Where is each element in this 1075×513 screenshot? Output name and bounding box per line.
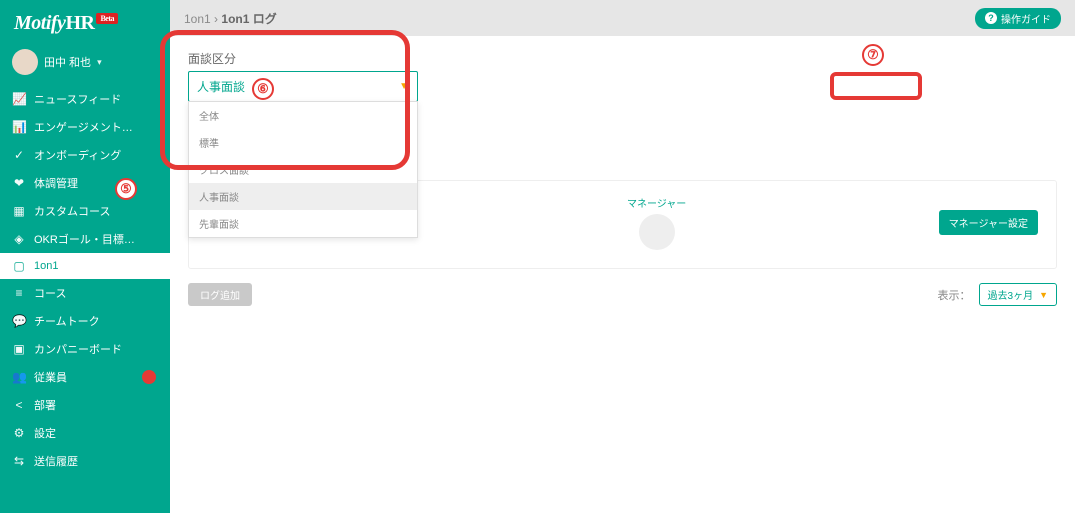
sidebar-item-label: ニュースフィード	[34, 91, 121, 107]
breadcrumb-bar: 1on1 › 1on1 ログ ? 操作ガイド	[170, 0, 1075, 36]
sidebar-item-label: カンパニーボード	[34, 341, 122, 357]
sidebar-item-label: 部署	[34, 397, 56, 413]
brand-name: Motify	[14, 12, 65, 34]
sidebar-icon: <	[12, 398, 26, 412]
dropdown-option[interactable]: 標準	[189, 129, 417, 156]
log-add-button[interactable]: ログ追加	[188, 283, 252, 306]
manager-column: マネージャー	[627, 195, 686, 250]
toolbar-row: ログ追加 表示： 過去3ヶ月 ▼	[188, 283, 1057, 306]
sidebar-item-label: OKRゴール・目標…	[34, 231, 135, 247]
manager-avatar-placeholder	[639, 214, 675, 250]
manager-set-button-label: マネージャー設定	[949, 219, 1028, 230]
main: 1on1 › 1on1 ログ ? 操作ガイド 面談区分 人事面談 ▼ 全体標準ク…	[170, 0, 1075, 513]
sidebar-item-label: チームトーク	[34, 313, 100, 329]
dropdown-list: 全体標準クロス面談人事面談先輩面談	[188, 101, 418, 238]
sidebar-badge	[142, 370, 156, 384]
sidebar-item-6[interactable]: ▢ 1on1	[0, 253, 170, 279]
manager-set-button[interactable]: マネージャー設定	[939, 210, 1038, 235]
sidebar-item-label: エンゲージメント…	[34, 119, 133, 135]
dropdown-option[interactable]: 人事面談	[189, 183, 417, 210]
sidebar-item-label: 1on1	[34, 260, 58, 272]
display-label: 表示：	[938, 287, 971, 303]
sidebar-icon: ✓	[12, 148, 26, 162]
sidebar-item-9[interactable]: ▣ カンパニーボード	[0, 335, 170, 363]
sidebar-item-8[interactable]: 💬 チームトーク	[0, 307, 170, 335]
sidebar-icon: 📈	[12, 92, 26, 106]
sidebar-item-4[interactable]: ▦ カスタムコース	[0, 197, 170, 225]
sidebar-icon: ▦	[12, 204, 26, 218]
sidebar-item-2[interactable]: ✓ オンボーディング	[0, 141, 170, 169]
sidebar-item-5[interactable]: ◈ OKRゴール・目標…	[0, 225, 170, 253]
period-row: 表示： 過去3ヶ月 ▼	[938, 283, 1057, 306]
sidebar-icon: ⇆	[12, 454, 26, 468]
sidebar: MotifyHRBeta 田中 和也 ▾ 📈 ニュースフィード 📊 エンゲージメント……	[0, 0, 170, 513]
sidebar-icon: ◈	[12, 232, 26, 246]
breadcrumb: 1on1 › 1on1 ログ	[184, 10, 277, 27]
brand-badge: Beta	[96, 13, 118, 24]
manager-label: マネージャー	[627, 195, 686, 210]
sidebar-icon: ⚙	[12, 426, 26, 440]
sidebar-nav: 📈 ニュースフィード 📊 エンゲージメント… ✓ オンボーディング ❤ 体調管理 ▦ カスタムコー…	[0, 85, 170, 475]
dropdown-option[interactable]: クロス面談	[189, 156, 417, 183]
sidebar-item-label: カスタムコース	[34, 203, 110, 219]
period-value: 過去3ヶ月	[988, 287, 1034, 302]
sidebar-item-11[interactable]: < 部署	[0, 391, 170, 419]
guide-button-label: 操作ガイド	[1001, 11, 1051, 26]
chevron-down-icon: ▼	[399, 81, 409, 92]
brand-suffix: HR	[65, 12, 94, 34]
sidebar-icon: 📊	[12, 120, 26, 134]
sidebar-item-label: 従業員	[34, 369, 67, 385]
dropdown-option[interactable]: 全体	[189, 102, 417, 129]
breadcrumb-current: 1on1 ログ	[221, 12, 276, 26]
dropdown-selected-label: 人事面談	[197, 78, 245, 95]
sidebar-icon: ▣	[12, 342, 26, 356]
user-avatar	[12, 49, 38, 75]
sidebar-item-label: 設定	[34, 425, 56, 441]
sidebar-icon: ❤	[12, 176, 26, 190]
user-name: 田中 和也	[44, 54, 91, 70]
sidebar-icon: ≡	[12, 286, 26, 300]
sidebar-item-label: オンボーディング	[34, 147, 121, 163]
sidebar-item-7[interactable]: ≡ コース	[0, 279, 170, 307]
sidebar-item-3[interactable]: ❤ 体調管理	[0, 169, 170, 197]
sidebar-item-1[interactable]: 📊 エンゲージメント…	[0, 113, 170, 141]
sidebar-item-12[interactable]: ⚙ 設定	[0, 419, 170, 447]
sidebar-icon: 💬	[12, 314, 26, 328]
breadcrumb-sep: ›	[214, 12, 218, 26]
sidebar-item-0[interactable]: 📈 ニュースフィード	[0, 85, 170, 113]
dropdown-option[interactable]: 先輩面談	[189, 210, 417, 237]
sidebar-item-label: 体調管理	[34, 175, 78, 191]
sidebar-item-10[interactable]: 👥 従業員	[0, 363, 170, 391]
guide-button[interactable]: ? 操作ガイド	[975, 8, 1061, 29]
sidebar-item-label: 送信履歴	[34, 453, 78, 469]
log-add-label: ログ追加	[200, 291, 240, 302]
chevron-down-icon: ▼	[1039, 290, 1048, 300]
sidebar-item-label: コース	[34, 285, 66, 301]
dropdown-selected[interactable]: 人事面談 ▼	[188, 71, 418, 102]
sidebar-icon: 👥	[12, 370, 26, 384]
breadcrumb-parent[interactable]: 1on1	[184, 12, 211, 26]
chevron-down-icon: ▾	[97, 57, 102, 68]
user-menu[interactable]: 田中 和也 ▾	[0, 43, 170, 85]
section-label: 面談区分	[188, 50, 1057, 67]
interview-type-dropdown[interactable]: 人事面談 ▼ 全体標準クロス面談人事面談先輩面談	[188, 71, 418, 102]
brand-logo: MotifyHRBeta	[0, 0, 170, 43]
period-select[interactable]: 過去3ヶ月 ▼	[979, 283, 1057, 306]
sidebar-item-13[interactable]: ⇆ 送信履歴	[0, 447, 170, 475]
sidebar-icon: ▢	[12, 259, 26, 273]
help-icon: ?	[985, 12, 997, 24]
content: 面談区分 人事面談 ▼ 全体標準クロス面談人事面談先輩面談 マネージャー マネー…	[170, 36, 1075, 320]
